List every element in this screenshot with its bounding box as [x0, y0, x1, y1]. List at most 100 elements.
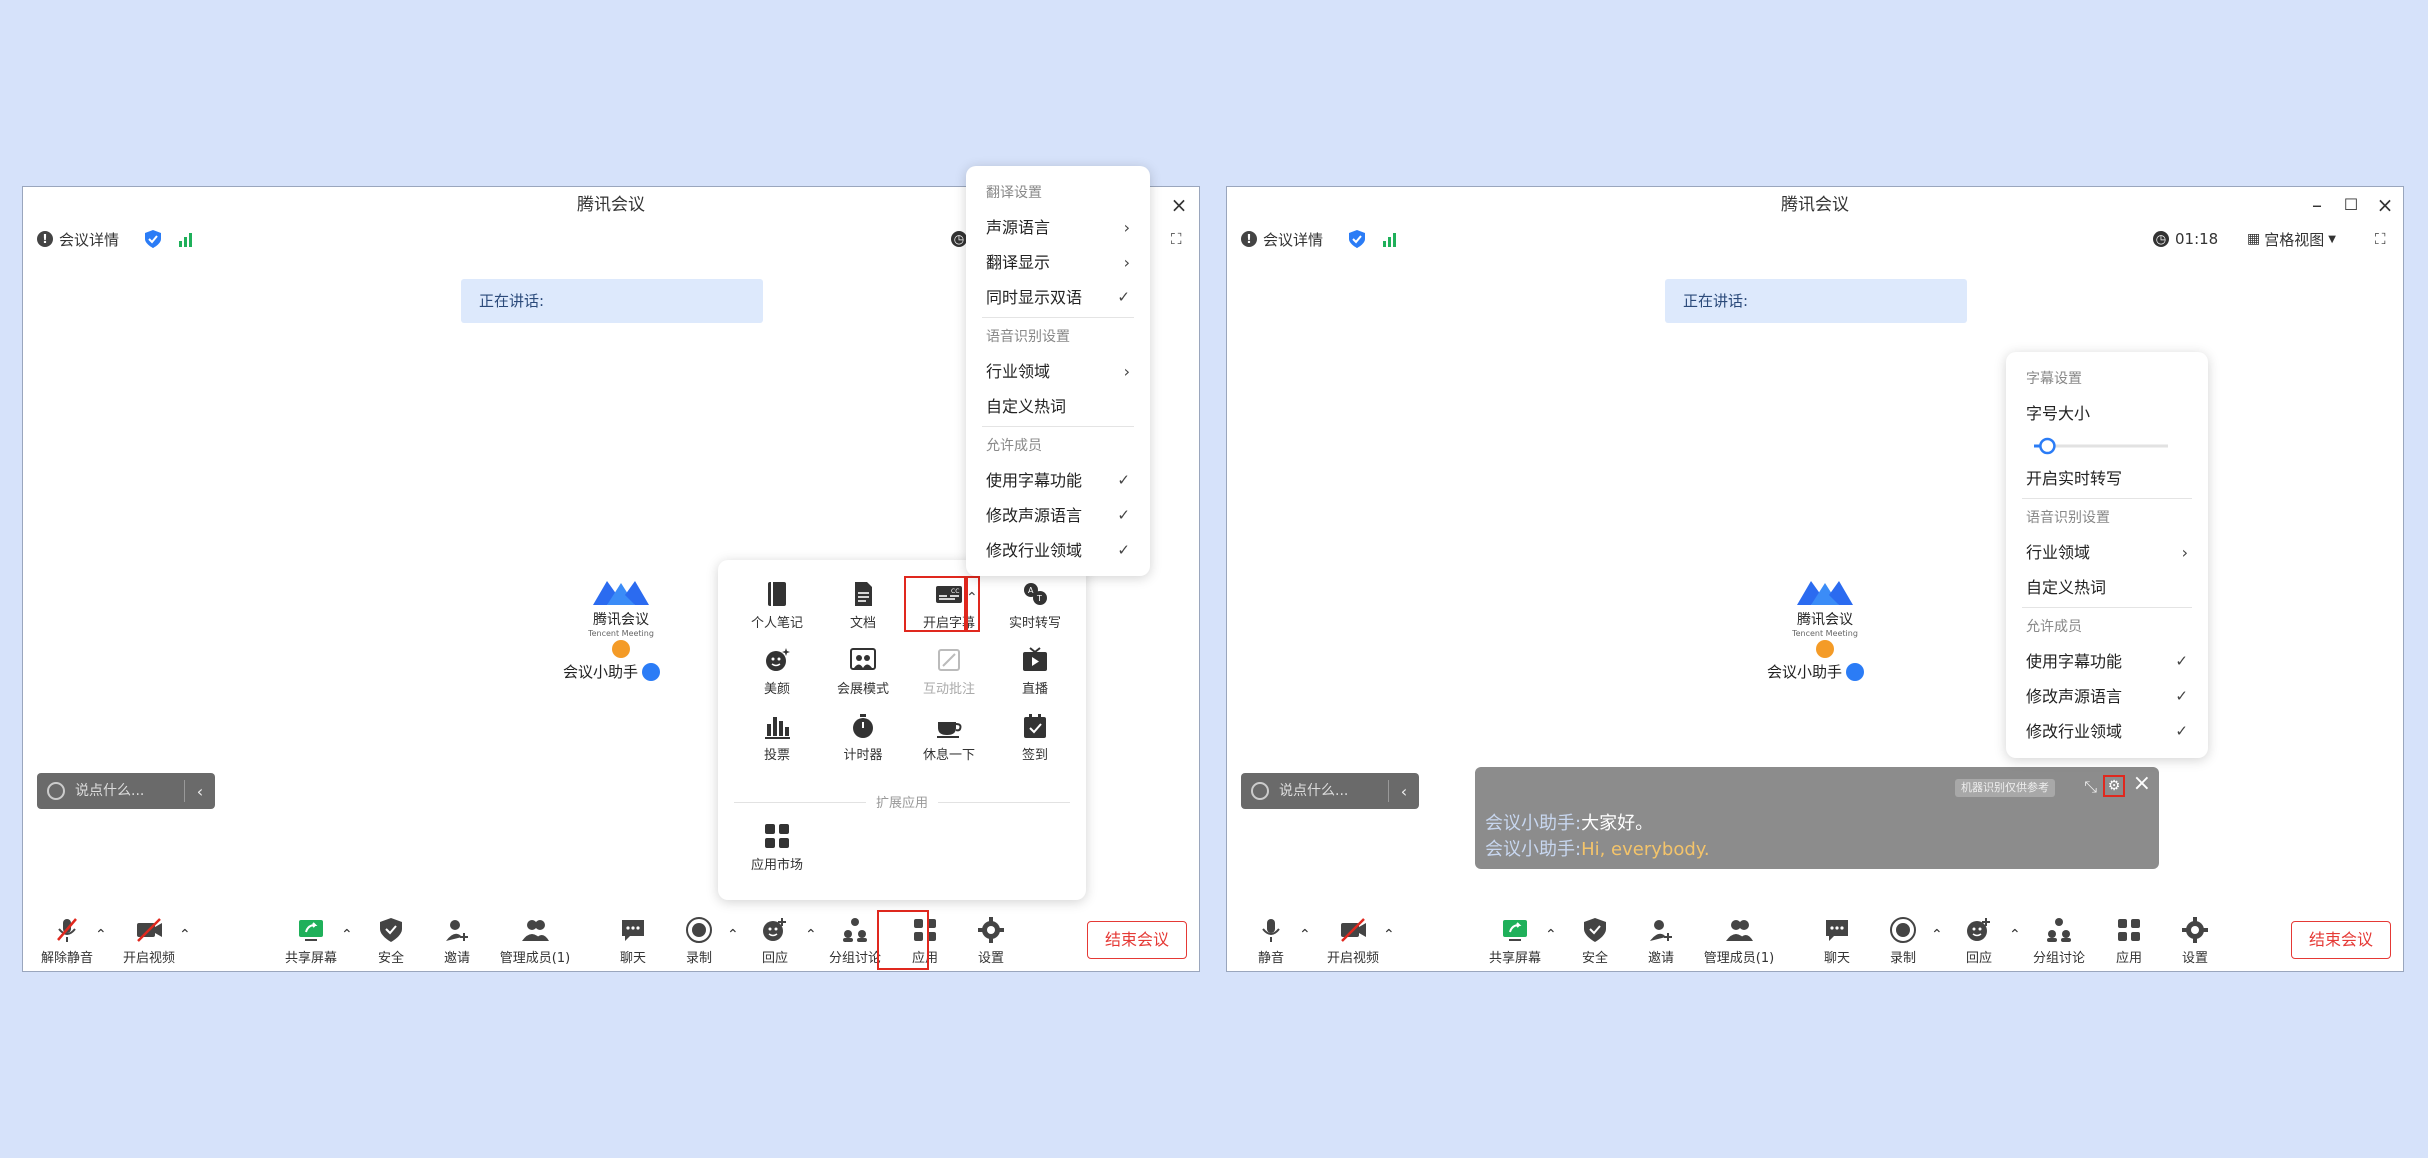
menu-enable-transcription[interactable]: 开启实时转写	[2006, 461, 2208, 496]
manage-members-button[interactable]: 管理成员(1)	[1699, 907, 1779, 973]
exit-fullscreen-icon[interactable]: ⤡	[2084, 777, 2097, 797]
app-exhibition-mode[interactable]: 会展模式	[820, 640, 906, 706]
emoji-icon[interactable]	[1251, 782, 1269, 800]
settings-label: 设置	[977, 951, 1004, 966]
menu-custom-hotwords[interactable]: 自定义热词	[2006, 570, 2208, 605]
svg-text:A: A	[1028, 586, 1034, 595]
app-timer[interactable]: 计时器	[820, 706, 906, 772]
members-icon	[522, 920, 549, 941]
menu-source-language[interactable]: 声源语言 ›	[966, 210, 1150, 245]
fullscreen-icon[interactable]: ⛶	[2375, 229, 2386, 249]
end-meeting-button[interactable]: 结束会议	[2291, 921, 2391, 959]
mic-icon	[642, 662, 661, 681]
chat-placeholder: 说点什么...	[75, 780, 185, 802]
menu-use-caption[interactable]: 使用字幕功能 ✓	[2006, 644, 2208, 679]
mic-icon	[1262, 919, 1280, 942]
menu-modify-industry[interactable]: 修改行业领域 ✓	[2006, 714, 2208, 749]
logo-icon	[593, 581, 649, 605]
manage-members-button[interactable]: 管理成员(1)	[495, 907, 575, 973]
menu-industry[interactable]: 行业领域 ›	[966, 354, 1150, 389]
info-bar: ! 会议详情 ◷ 01:18 ▦ 宫格视图 ▼ ⛶	[1227, 223, 2403, 255]
start-video-button[interactable]: 开启视频	[109, 907, 189, 973]
signal-icon[interactable]	[179, 229, 192, 249]
menu-industry[interactable]: 行业领域 ›	[2006, 535, 2208, 570]
breakout-button[interactable]: 分组讨论	[2019, 907, 2099, 973]
security-shield-icon[interactable]	[145, 229, 161, 249]
app-personal-notes[interactable]: 个人笔记	[734, 574, 820, 640]
security-shield-icon[interactable]	[1349, 229, 1365, 249]
menu-modify-source[interactable]: 修改声源语言 ✓	[966, 498, 1150, 533]
svg-text:T: T	[1036, 594, 1042, 603]
translation-section-title: 翻译设置	[986, 185, 1042, 201]
app-live-transcription[interactable]: AT 实时转写	[992, 574, 1078, 640]
settings-button[interactable]: 设置	[2155, 907, 2235, 973]
reaction-button[interactable]: 回应	[735, 907, 815, 973]
check-icon: ✓	[1117, 471, 1130, 489]
menu-modify-industry[interactable]: 修改行业领域 ✓	[966, 533, 1150, 568]
maximize-icon[interactable]: ☐	[2341, 195, 2361, 215]
invite-button[interactable]: 邀请	[1621, 907, 1701, 973]
allow-section-title: 允许成员	[2026, 619, 2082, 635]
chevron-up-icon[interactable]: ⌃	[1383, 927, 1395, 943]
reaction-button[interactable]: 回应	[1939, 907, 2019, 973]
check-icon: ✓	[2175, 687, 2188, 705]
fullscreen-icon[interactable]: ⛶	[1171, 229, 1182, 249]
chevron-up-icon[interactable]: ⌃	[1299, 927, 1311, 943]
app-market[interactable]: 应用市场	[734, 816, 820, 873]
meeting-info-button[interactable]: ! 会议详情	[1241, 229, 1323, 249]
app-document[interactable]: 文档	[820, 574, 906, 640]
video-label: 开启视频	[122, 951, 175, 966]
meeting-info-label: 会议详情	[1263, 230, 1324, 249]
caption-settings-gear-icon[interactable]: ⚙	[2103, 775, 2125, 797]
share-screen-button[interactable]: 共享屏幕	[1475, 907, 1555, 973]
end-meeting-button[interactable]: 结束会议	[1087, 921, 1187, 959]
chevron-up-icon[interactable]: ⌃	[179, 927, 191, 943]
gear-icon	[978, 917, 1004, 943]
minimize-icon[interactable]: –	[2307, 195, 2327, 215]
speaking-indicator: 正在讲话:	[1665, 279, 1967, 323]
chat-input[interactable]: 说点什么... ‹	[37, 773, 215, 809]
invite-label: 邀请	[443, 951, 470, 966]
menu-use-caption[interactable]: 使用字幕功能 ✓	[966, 463, 1150, 498]
chevron-up-icon[interactable]: ⌃	[95, 927, 107, 943]
app-check-in[interactable]: 签到	[992, 706, 1078, 772]
chat-input[interactable]: 说点什么... ‹	[1241, 773, 1419, 809]
chevron-up-icon[interactable]: ⌃	[966, 590, 978, 606]
mic-icon	[1846, 662, 1865, 681]
app-vote[interactable]: 投票	[734, 706, 820, 772]
font-size-slider[interactable]	[2026, 431, 2176, 461]
view-switch-button[interactable]: ▦ 宫格视图 ▼	[2247, 229, 2336, 249]
close-icon[interactable]: ×	[2133, 771, 2151, 796]
assistant-label: 会议小助手	[1767, 663, 1843, 681]
menu-translation-display[interactable]: 翻译显示 ›	[966, 245, 1150, 280]
app-beauty[interactable]: 美颜	[734, 640, 820, 706]
start-video-button[interactable]: 开启视频	[1313, 907, 1393, 973]
emoji-icon[interactable]	[47, 782, 65, 800]
avatar	[1816, 640, 1834, 658]
signal-icon[interactable]	[1383, 229, 1396, 249]
invite-button[interactable]: 邀请	[417, 907, 497, 973]
share-screen-button[interactable]: 共享屏幕	[271, 907, 351, 973]
app-live-stream[interactable]: 直播	[992, 640, 1078, 706]
reaction-label: 回应	[1965, 951, 1992, 966]
collapse-icon[interactable]: ‹	[185, 782, 215, 801]
check-icon: ✓	[2175, 722, 2188, 740]
close-icon[interactable]: ×	[2375, 195, 2395, 215]
collapse-icon[interactable]: ‹	[1389, 782, 1419, 801]
meeting-info-button[interactable]: ! 会议详情	[37, 229, 119, 249]
notebook-icon	[768, 582, 786, 606]
divider	[2022, 607, 2192, 608]
menu-custom-hotwords[interactable]: 自定义热词	[966, 389, 1150, 424]
speaking-indicator: 正在讲话:	[461, 279, 763, 323]
menu-modify-source[interactable]: 修改声源语言 ✓	[2006, 679, 2208, 714]
settings-button[interactable]: 设置	[951, 907, 1031, 973]
menu-bilingual[interactable]: 同时显示双语 ✓	[966, 280, 1150, 315]
live-icon	[1023, 647, 1047, 671]
close-icon[interactable]: ×	[1169, 195, 1189, 215]
chat-icon	[622, 920, 644, 941]
chat-icon	[1826, 920, 1848, 941]
breakout-label: 分组讨论	[2032, 951, 2085, 966]
timer-icon	[853, 714, 873, 738]
view-label: 宫格视图	[2264, 230, 2325, 249]
app-take-break[interactable]: 休息一下	[906, 706, 992, 772]
